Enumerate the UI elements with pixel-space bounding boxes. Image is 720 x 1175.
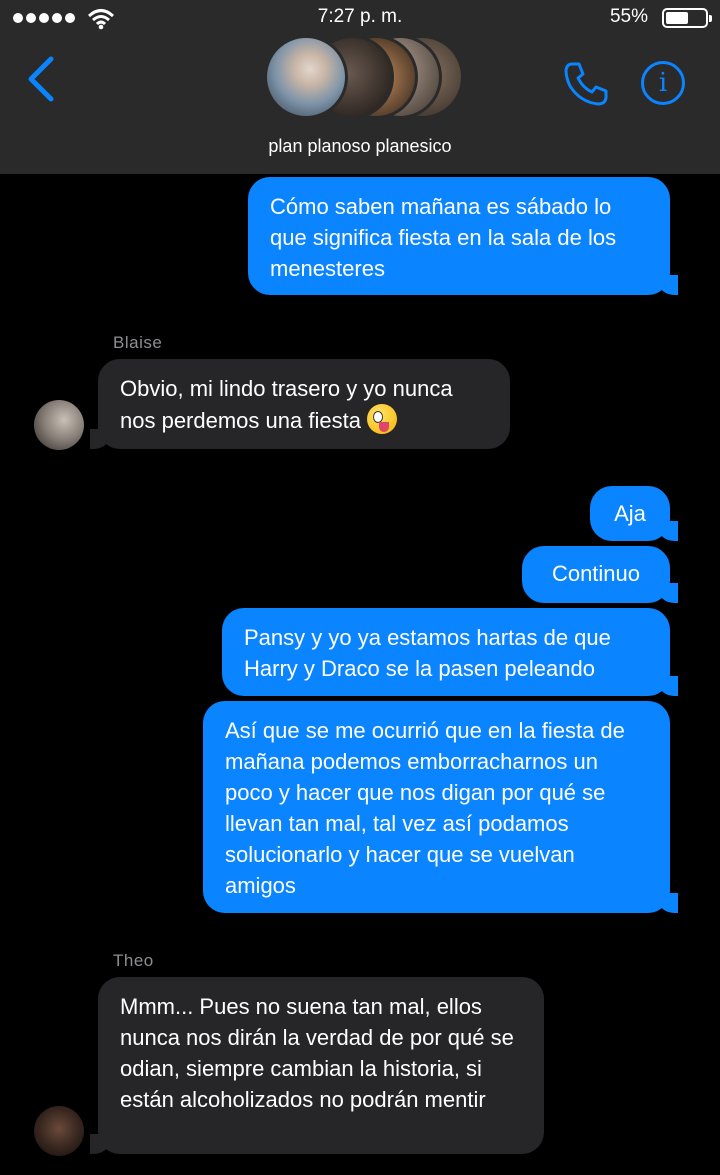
sender-name: Blaise [113, 333, 163, 352]
message-text: Continuo [551, 561, 641, 586]
phone-icon[interactable] [562, 60, 610, 108]
message-text: Mmm... Pues no suena tan mal, ellos nunc… [120, 994, 514, 1112]
avatar [264, 35, 348, 119]
message-text: Obvio, mi lindo trasero y yo nunca nos p… [120, 376, 453, 433]
message-bubble-outgoing[interactable]: Continuo [522, 546, 678, 603]
message-text: Pansy y yo ya estamos hartas de que Harr… [244, 625, 611, 681]
chat-header: 7:27 p. m. 55% plan planoso planesico i [0, 0, 720, 174]
message-bubble-incoming[interactable]: Obvio, mi lindo trasero y yo nunca nos p… [90, 359, 510, 449]
message-bubble-outgoing[interactable]: Cómo saben mañana es sábado lo que signi… [248, 177, 678, 295]
message-text: Así que se me ocurrió que en la fiesta d… [225, 718, 625, 898]
group-avatars[interactable] [264, 35, 464, 120]
message-bubble-outgoing[interactable]: Así que se me ocurrió que en la fiesta d… [203, 701, 678, 913]
message-bubble-outgoing[interactable]: Pansy y yo ya estamos hartas de que Harr… [222, 608, 678, 696]
group-name[interactable]: plan planoso planesico [0, 136, 720, 157]
chevron-left-icon[interactable] [24, 55, 56, 103]
battery-icon [662, 8, 712, 28]
message-bubble-outgoing[interactable]: Aja [590, 486, 678, 541]
avatar[interactable] [34, 1106, 84, 1156]
avatar[interactable] [34, 400, 84, 450]
zany-face-emoji-icon [367, 404, 398, 434]
info-icon[interactable]: i [641, 61, 685, 105]
battery-percentage: 55% [609, 6, 648, 27]
message-bubble-incoming[interactable]: Mmm... Pues no suena tan mal, ellos nunc… [90, 977, 544, 1154]
message-text: Cómo saben mañana es sábado lo que signi… [270, 194, 617, 281]
message-text: Aja [614, 501, 646, 526]
sender-name: Theo [113, 951, 154, 970]
